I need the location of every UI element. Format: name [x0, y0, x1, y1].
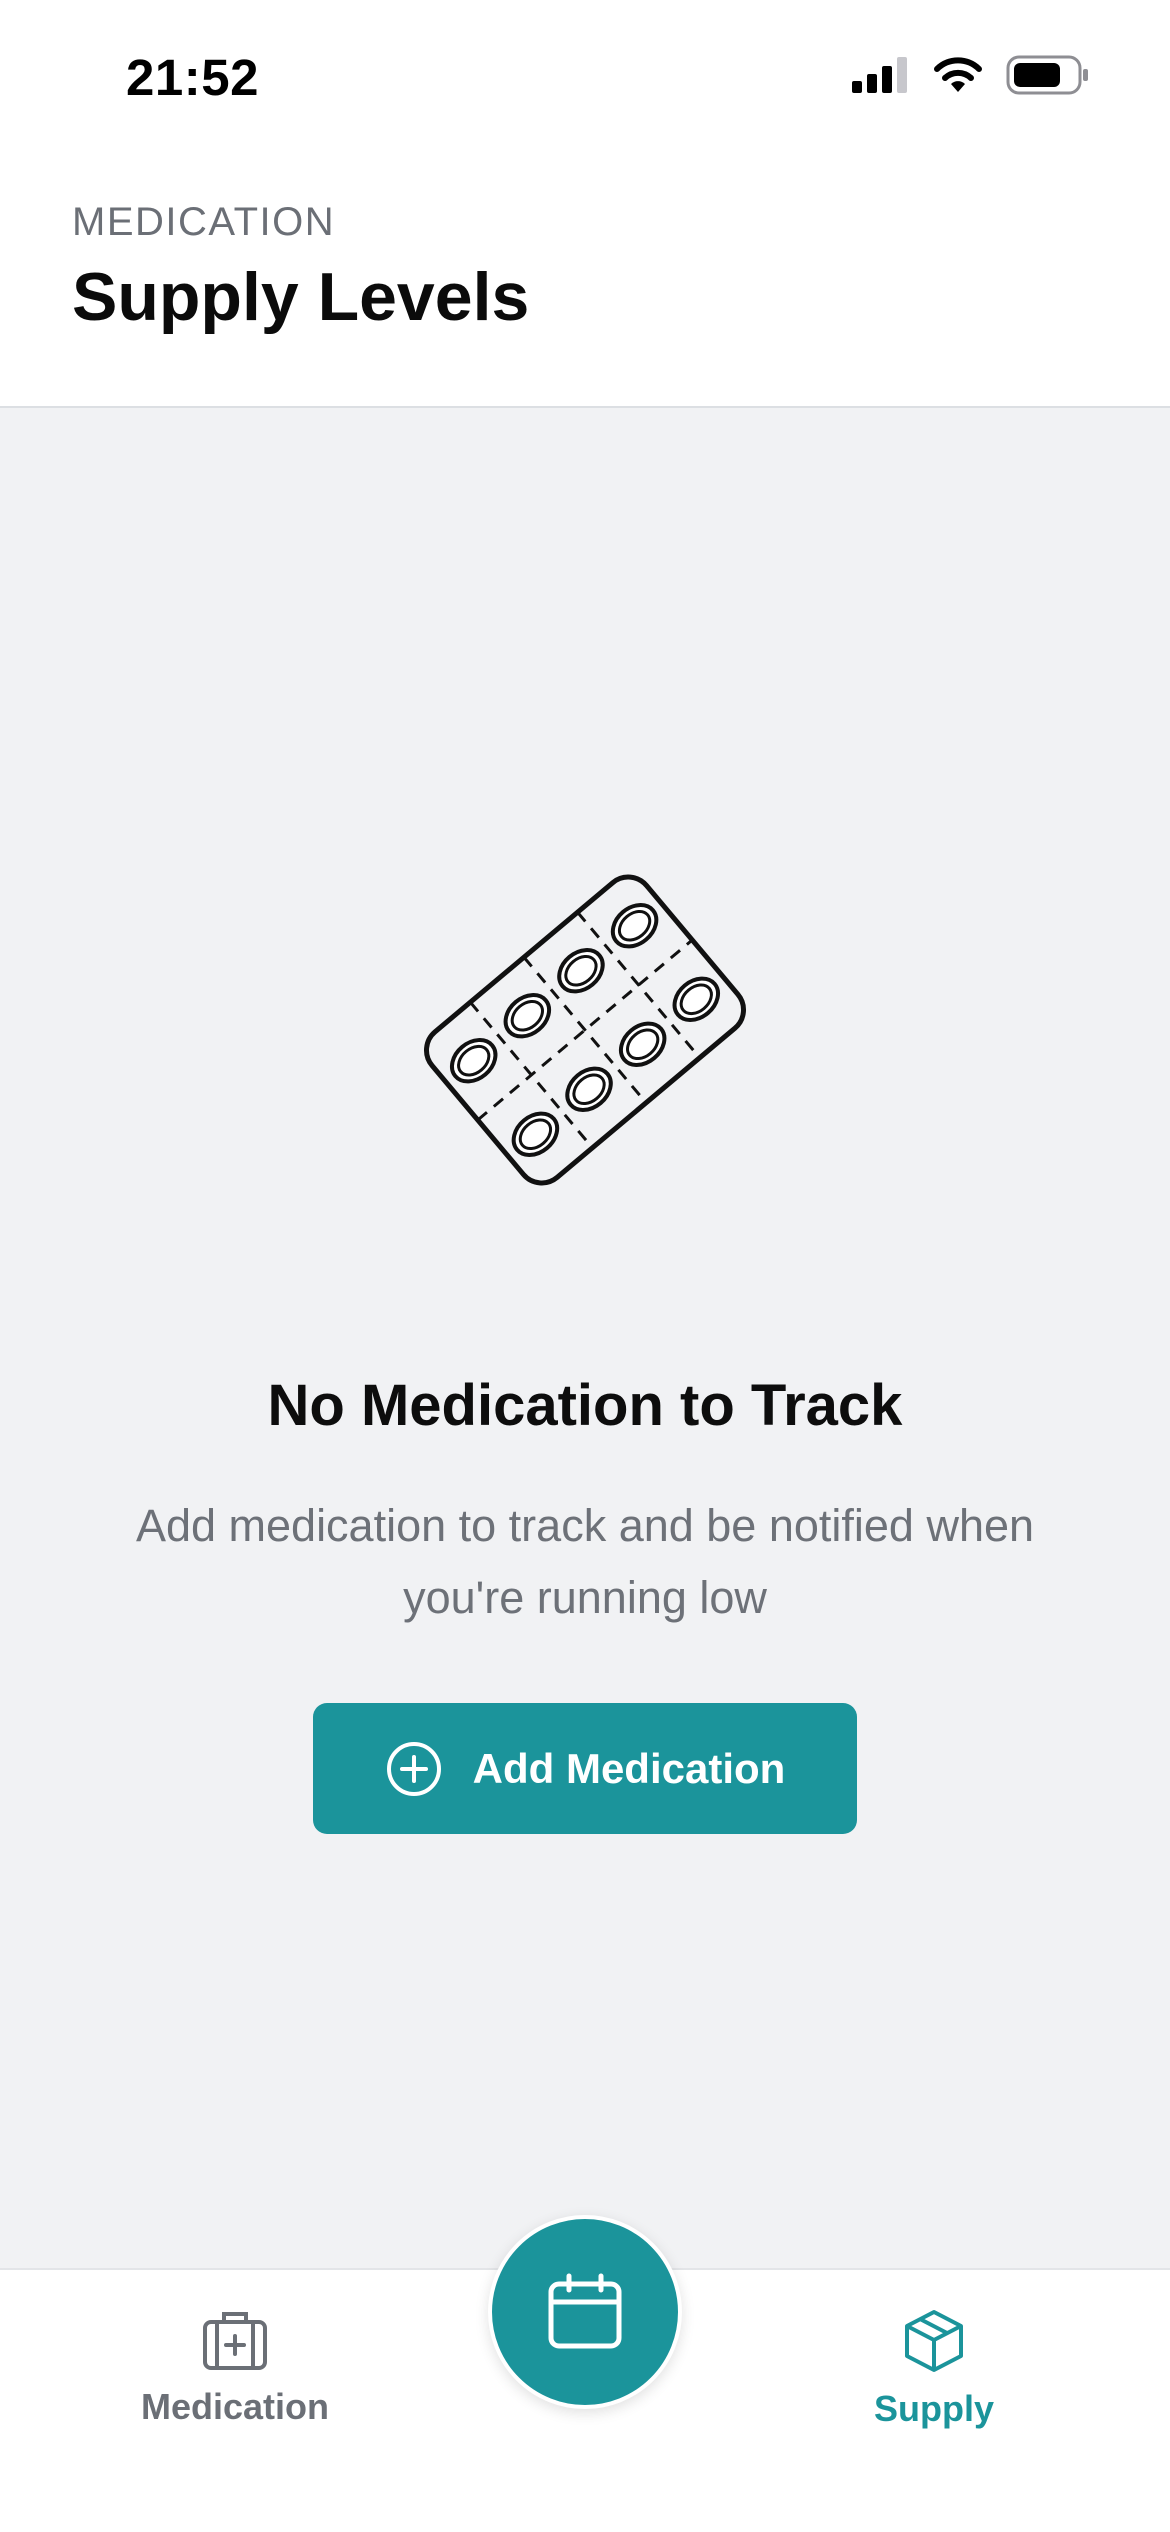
add-medication-button[interactable]: Add Medication: [313, 1703, 857, 1834]
empty-state-title: No Medication to Track: [267, 1373, 903, 1438]
box-icon: [905, 2310, 963, 2372]
cellular-signal-icon: [852, 57, 907, 93]
page-header: MEDICATION Supply Levels: [0, 150, 1170, 408]
tab-medication-label: Medication: [140, 2386, 329, 2427]
page-title: Supply Levels: [72, 259, 530, 335]
tab-medication[interactable]: Medication: [85, 2308, 385, 2428]
status-icons: [852, 55, 1090, 95]
tab-supply-label: Supply: [873, 2388, 994, 2429]
tab-supply[interactable]: Supply: [784, 2308, 1084, 2430]
wifi-icon: [934, 57, 982, 92]
add-medication-label: Add Medication: [472, 1744, 786, 1792]
battery-icon: [1006, 55, 1088, 95]
medical-kit-icon: [203, 2312, 267, 2370]
empty-state-description: Add medication to track and be notified …: [135, 1500, 1035, 1623]
calendar-icon: [548, 2273, 622, 2349]
status-time: 21:52: [126, 49, 259, 106]
calendar-button[interactable]: [488, 2215, 682, 2409]
pill-blister-pack-icon: [424, 874, 746, 1186]
section-eyebrow: MEDICATION: [72, 200, 336, 244]
status-bar: 21:52: [0, 0, 1170, 150]
plus-circle-icon: [386, 1741, 441, 1796]
